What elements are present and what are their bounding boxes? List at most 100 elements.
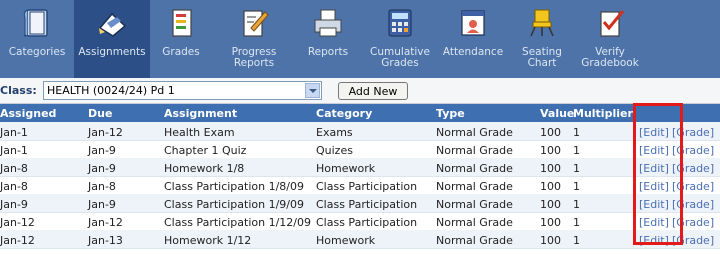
cell-multiplier: 1 bbox=[573, 198, 580, 211]
cell-assigned: Jan-12 bbox=[0, 216, 35, 229]
tool-label: Assignments bbox=[78, 46, 146, 58]
cell-assigned: Jan-12 bbox=[0, 234, 35, 247]
cell-due: Jan-13 bbox=[88, 234, 123, 247]
grade-link[interactable]: [Grade] bbox=[672, 180, 714, 193]
cell-due: Jan-9 bbox=[88, 162, 116, 175]
cell-assigned: Jan-1 bbox=[0, 126, 28, 139]
tool-categories[interactable]: Categories bbox=[0, 0, 74, 78]
col-category[interactable]: Category bbox=[316, 107, 372, 120]
cell-multiplier: 1 bbox=[573, 234, 580, 247]
cell-type: Normal Grade bbox=[436, 234, 513, 247]
tool-grades[interactable]: Grades bbox=[150, 0, 212, 78]
cell-value: 100 bbox=[540, 234, 561, 247]
tool-verify-gradebook[interactable]: Verify Gradebook bbox=[578, 0, 642, 78]
chevron-down-icon[interactable] bbox=[305, 83, 320, 98]
cell-assignment: Homework 1/8 bbox=[164, 162, 245, 175]
cell-value: 100 bbox=[540, 198, 561, 211]
tool-label: Attendance bbox=[442, 46, 504, 58]
cell-category: Homework bbox=[316, 162, 376, 175]
tool-seating-chart[interactable]: Seating Chart bbox=[506, 0, 578, 78]
tool-cumulative-grades[interactable]: Cumulative Grades bbox=[360, 0, 440, 78]
edit-link[interactable]: [Edit] bbox=[639, 162, 669, 175]
col-assignment[interactable]: Assignment bbox=[164, 107, 237, 120]
cell-assignment: Homework 1/12 bbox=[164, 234, 252, 247]
grade-link[interactable]: [Grade] bbox=[672, 198, 714, 211]
tool-label: Verify Gradebook bbox=[581, 46, 639, 69]
col-assigned[interactable]: Assigned bbox=[0, 107, 56, 120]
cell-value: 100 bbox=[540, 162, 561, 175]
col-type[interactable]: Type bbox=[436, 107, 465, 120]
cell-assignment: Class Participation 1/12/09 bbox=[164, 216, 312, 229]
edit-link[interactable]: [Edit] bbox=[639, 234, 669, 247]
printer-icon bbox=[314, 9, 342, 37]
cell-multiplier: 1 bbox=[573, 216, 580, 229]
cell-category: Exams bbox=[316, 126, 353, 139]
cell-assignment: Class Participation 1/9/09 bbox=[164, 198, 305, 211]
assignments-pencil-icon bbox=[98, 12, 127, 37]
cell-assigned: Jan-8 bbox=[0, 180, 28, 193]
cell-due: Jan-9 bbox=[88, 144, 116, 157]
cell-value: 100 bbox=[540, 126, 561, 139]
col-multiplier[interactable]: Multiplier bbox=[573, 107, 633, 120]
cell-due: Jan-8 bbox=[88, 180, 116, 193]
col-due[interactable]: Due bbox=[88, 107, 112, 120]
class-select-value: HEALTH (0024/24) Pd 1 bbox=[47, 84, 175, 97]
tool-assignments[interactable]: Assignments bbox=[74, 0, 150, 78]
cell-due: Jan-9 bbox=[88, 198, 116, 211]
table-row: Jan-12 Jan-13 Homework 1/12 Homework Normal … bbox=[0, 230, 720, 249]
cell-type: Normal Grade bbox=[436, 198, 513, 211]
class-select[interactable]: HEALTH (0024/24) Pd 1 bbox=[43, 81, 322, 100]
cell-category: Homework bbox=[316, 234, 376, 247]
cell-due: Jan-12 bbox=[88, 216, 123, 229]
edit-link[interactable]: [Edit] bbox=[639, 126, 669, 139]
cell-assigned: Jan-8 bbox=[0, 162, 28, 175]
grade-link[interactable]: [Grade] bbox=[672, 216, 714, 229]
cell-type: Normal Grade bbox=[436, 144, 513, 157]
table-row: Jan-1 Jan-12 Health Exam Exams Normal Grade 1… bbox=[0, 122, 720, 141]
table-row: Jan-12 Jan-12 Class Participation 1/12/09 C… bbox=[0, 212, 720, 231]
edit-link[interactable]: [Edit] bbox=[639, 180, 669, 193]
cell-category: Class Participation bbox=[316, 198, 418, 211]
grade-link[interactable]: [Grade] bbox=[672, 144, 714, 157]
add-new-button[interactable]: Add New bbox=[338, 82, 408, 100]
grade-link[interactable]: [Grade] bbox=[672, 162, 714, 175]
edit-link[interactable]: [Edit] bbox=[639, 198, 669, 211]
grade-link[interactable]: [Grade] bbox=[672, 234, 714, 247]
cell-assigned: Jan-1 bbox=[0, 144, 28, 157]
chair-icon bbox=[530, 9, 554, 37]
verify-check-icon bbox=[600, 10, 625, 37]
edit-link[interactable]: [Edit] bbox=[639, 144, 669, 157]
cell-assignment: Class Participation 1/8/09 bbox=[164, 180, 305, 193]
cell-type: Normal Grade bbox=[436, 162, 513, 175]
table-row: Jan-8 Jan-8 Class Participation 1/8/09 Clas… bbox=[0, 176, 720, 195]
cell-due: Jan-12 bbox=[88, 126, 123, 139]
tool-label: Categories bbox=[8, 46, 66, 58]
tool-attendance[interactable]: Attendance bbox=[440, 0, 506, 78]
cell-type: Normal Grade bbox=[436, 180, 513, 193]
grade-link[interactable]: [Grade] bbox=[672, 126, 714, 139]
cell-assignment: Health Exam bbox=[164, 126, 235, 139]
cell-value: 100 bbox=[540, 144, 561, 157]
attendance-icon bbox=[461, 10, 485, 36]
gradebook-toolbar: Categories Assignments Grades Progress R… bbox=[0, 0, 720, 78]
tool-reports[interactable]: Reports bbox=[296, 0, 360, 78]
cell-type: Normal Grade bbox=[436, 126, 513, 139]
tool-label: Progress Reports bbox=[231, 46, 277, 69]
tool-label: Seating Chart bbox=[522, 46, 562, 69]
cell-category: Quizes bbox=[316, 144, 353, 157]
tool-label: Grades bbox=[162, 46, 200, 58]
table-row: Jan-1 Jan-9 Chapter 1 Quiz Quizes Normal Gra… bbox=[0, 140, 720, 159]
cell-value: 100 bbox=[540, 180, 561, 193]
edit-link[interactable]: [Edit] bbox=[639, 216, 669, 229]
cell-multiplier: 1 bbox=[573, 144, 580, 157]
table-row: Jan-8 Jan-9 Homework 1/8 Homework Normal Gra… bbox=[0, 158, 720, 177]
tool-progress-reports[interactable]: Progress Reports bbox=[212, 0, 296, 78]
progress-reports-icon bbox=[243, 10, 269, 37]
cell-value: 100 bbox=[540, 216, 561, 229]
col-value[interactable]: Value bbox=[540, 107, 574, 120]
cell-multiplier: 1 bbox=[573, 126, 580, 139]
cell-multiplier: 1 bbox=[573, 180, 580, 193]
cell-assigned: Jan-9 bbox=[0, 198, 28, 211]
tool-label: Cumulative Grades bbox=[370, 46, 430, 69]
table-header: Assigned Due Assignment Category Type Va… bbox=[0, 104, 720, 122]
